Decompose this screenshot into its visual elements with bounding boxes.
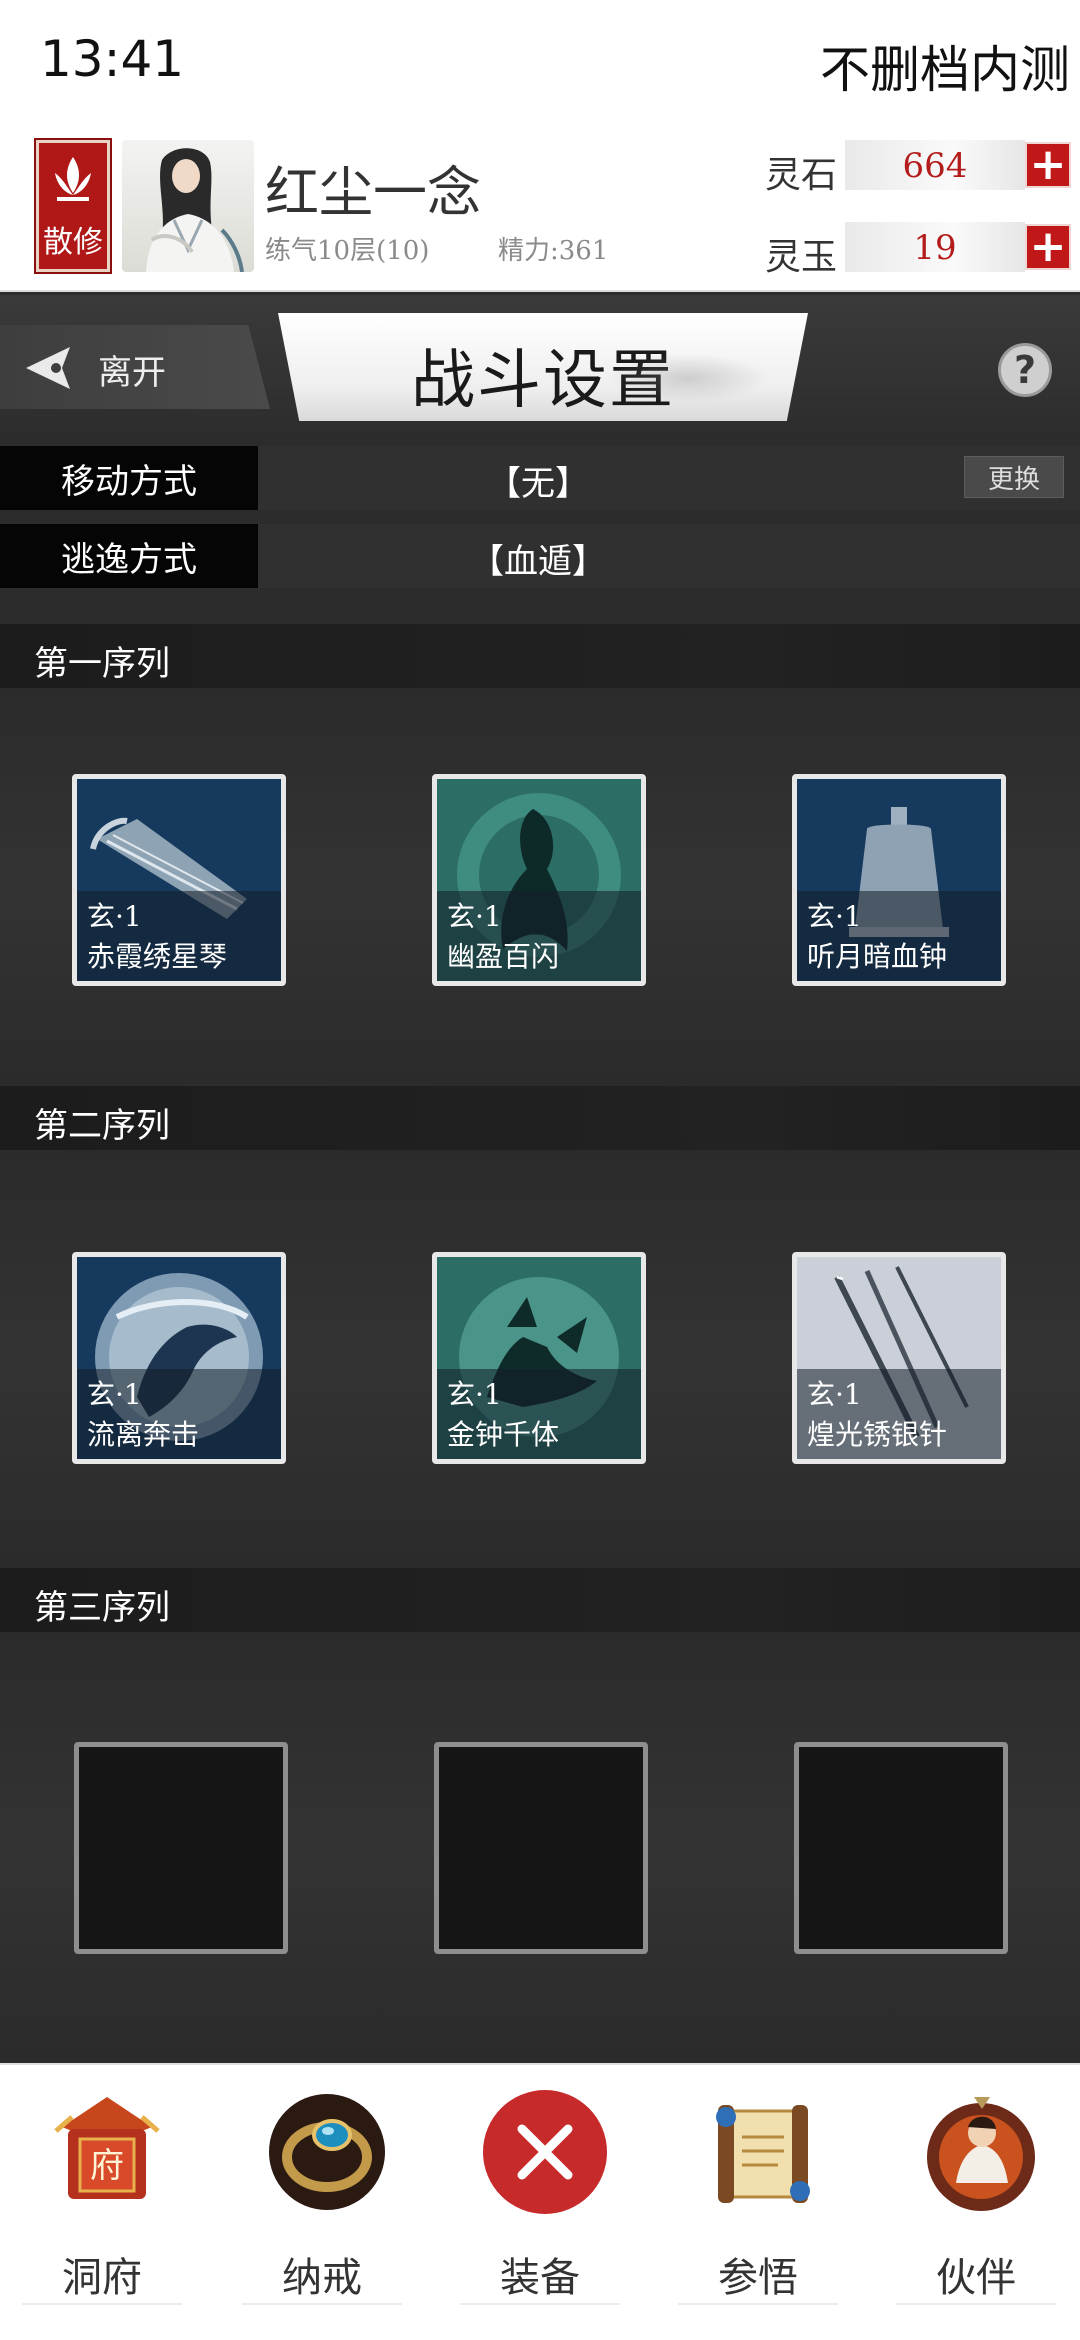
skill-grade: 玄·1 bbox=[807, 900, 862, 933]
skill-caption: 玄·1 煌光锈银针 bbox=[797, 1369, 1001, 1459]
skill-grade: 玄·1 bbox=[87, 900, 142, 933]
page-title: 战斗设置 bbox=[411, 344, 675, 418]
skill-slot[interactable]: 玄·1 幽盈百闪 bbox=[432, 774, 646, 986]
nav-divider bbox=[242, 2303, 402, 2305]
plus-icon: + bbox=[1029, 221, 1067, 272]
skill-name: 金钟千体 bbox=[447, 1418, 560, 1451]
skill-slot[interactable]: 玄·1 赤霞绣星琴 bbox=[72, 774, 286, 986]
nav-storage-ring[interactable]: 纳戒 bbox=[222, 2075, 422, 2335]
currency-value: 664 bbox=[902, 146, 968, 186]
scroll-icon bbox=[716, 2105, 810, 2203]
movement-setting-row: 移动方式 【无】 更换 bbox=[0, 446, 1080, 510]
nav-companion[interactable]: 伙伴 bbox=[876, 2075, 1076, 2335]
skill-grade: 玄·1 bbox=[447, 900, 502, 933]
currency-value: 19 bbox=[913, 228, 957, 268]
profile-header: 散修 红尘一念 练气10层(10) 精力:361 灵石 664 + 灵玉 19 … bbox=[0, 130, 1080, 292]
skill-grade: 玄·1 bbox=[87, 1378, 142, 1411]
currency-label: 灵玉 bbox=[765, 237, 838, 278]
skill-caption: 玄·1 赤霞绣星琴 bbox=[77, 891, 281, 981]
sequence-body-2: 玄·1 流离奔击 玄·1 金钟千体 玄·1 煌光锈银针 bbox=[0, 1150, 1080, 1566]
nav-equipment[interactable]: 装备 bbox=[440, 2075, 640, 2335]
nav-label: 洞府 bbox=[62, 2255, 142, 2301]
question-icon: ? bbox=[1013, 348, 1037, 392]
leave-label: 离开 bbox=[98, 353, 166, 393]
svg-text:府: 府 bbox=[90, 2146, 124, 2186]
empty-skill-slot[interactable] bbox=[74, 1742, 288, 1954]
nav-cave-mansion[interactable]: 府 洞府 bbox=[2, 2075, 202, 2335]
skill-name: 流离奔击 bbox=[87, 1418, 200, 1451]
nav-comprehension[interactable]: 参悟 bbox=[658, 2075, 858, 2335]
nav-divider bbox=[22, 2303, 182, 2305]
leave-button[interactable]: 离开 bbox=[0, 325, 270, 409]
back-arrow-icon bbox=[26, 347, 70, 389]
close-icon bbox=[483, 2090, 607, 2214]
player-level: 练气10层(10) bbox=[265, 236, 430, 266]
skill-name: 幽盈百闪 bbox=[447, 940, 560, 973]
skill-slot[interactable]: 玄·1 流离奔击 bbox=[72, 1252, 286, 1464]
skill-name: 煌光锈银针 bbox=[807, 1418, 948, 1451]
nav-label: 伙伴 bbox=[936, 2255, 1016, 2301]
storage-ring-icon bbox=[269, 2094, 385, 2210]
skill-slot[interactable]: 玄·1 煌光锈银针 bbox=[792, 1252, 1006, 1464]
skill-caption: 玄·1 流离奔击 bbox=[77, 1369, 281, 1459]
plus-icon: + bbox=[1029, 139, 1067, 190]
change-movement-button[interactable]: 更换 bbox=[964, 456, 1064, 498]
lotus-icon bbox=[55, 157, 91, 201]
app-title: 不删档内测 bbox=[820, 41, 1070, 99]
movement-label: 移动方式 bbox=[0, 446, 258, 510]
help-button[interactable]: ? bbox=[998, 343, 1052, 397]
cave-mansion-icon: 府 bbox=[54, 2097, 160, 2199]
nav-label: 纳戒 bbox=[282, 2255, 362, 2301]
currency-field: 664 bbox=[845, 140, 1025, 190]
skill-slot[interactable]: 玄·1 听月暗血钟 bbox=[792, 774, 1006, 986]
skill-name: 听月暗血钟 bbox=[807, 940, 948, 973]
sequence-header-3: 第三序列 bbox=[0, 1568, 1080, 1632]
sect-badge[interactable]: 散修 bbox=[34, 138, 112, 274]
skill-grade: 玄·1 bbox=[447, 1378, 502, 1411]
add-spirit-stone-button[interactable]: + bbox=[1025, 142, 1071, 188]
currency-spirit-stone: 灵石 664 + bbox=[765, 140, 1071, 196]
add-spirit-jade-button[interactable]: + bbox=[1025, 224, 1071, 270]
sequence-body-3 bbox=[0, 1632, 1080, 2062]
sequence-title: 第三序列 bbox=[34, 1588, 170, 1628]
movement-value: 【无】 bbox=[487, 464, 589, 504]
skill-caption: 玄·1 听月暗血钟 bbox=[797, 891, 1001, 981]
sect-label: 散修 bbox=[43, 225, 103, 260]
avatar[interactable] bbox=[122, 140, 254, 272]
nav-label: 装备 bbox=[500, 2255, 580, 2301]
player-name: 红尘一念 bbox=[265, 161, 481, 224]
bottom-nav: 府 洞府 纳戒 装备 参悟 伙伴 bbox=[0, 2063, 1080, 2340]
companion-icon bbox=[927, 2097, 1035, 2211]
nav-divider bbox=[460, 2303, 620, 2305]
sequence-body-1: 玄·1 赤霞绣星琴 玄·1 幽盈百闪 玄·1 听月暗血钟 bbox=[0, 688, 1080, 1084]
nav-divider bbox=[678, 2303, 838, 2305]
currency-spirit-jade: 灵玉 19 + bbox=[765, 222, 1071, 278]
nav-divider bbox=[896, 2303, 1056, 2305]
title-bar: 离开 战斗设置 ? bbox=[0, 295, 1080, 435]
status-time: 13:41 bbox=[40, 30, 185, 88]
currency-field: 19 bbox=[845, 222, 1025, 272]
currency-label: 灵石 bbox=[765, 155, 838, 196]
skill-caption: 玄·1 金钟千体 bbox=[437, 1369, 641, 1459]
sequence-header-2: 第二序列 bbox=[0, 1086, 1080, 1150]
escape-setting-row: 逃逸方式 【血遁】 bbox=[0, 524, 1080, 588]
nav-label: 参悟 bbox=[718, 2255, 798, 2301]
title-plate: 战斗设置 bbox=[278, 313, 808, 421]
avatar-portrait bbox=[146, 148, 244, 272]
empty-skill-slot[interactable] bbox=[794, 1742, 1008, 1954]
skill-name: 赤霞绣星琴 bbox=[87, 940, 228, 973]
empty-skill-slot[interactable] bbox=[434, 1742, 648, 1954]
skill-grade: 玄·1 bbox=[807, 1378, 862, 1411]
skill-slot[interactable]: 玄·1 金钟千体 bbox=[432, 1252, 646, 1464]
status-bar: 13:41 不删档内测 bbox=[0, 0, 1080, 130]
sequence-title: 第一序列 bbox=[34, 644, 170, 684]
escape-label: 逃逸方式 bbox=[0, 524, 258, 588]
escape-value: 【血遁】 bbox=[470, 542, 606, 582]
skill-caption: 玄·1 幽盈百闪 bbox=[437, 891, 641, 981]
sequence-title: 第二序列 bbox=[34, 1106, 170, 1146]
sequence-header-1: 第一序列 bbox=[0, 624, 1080, 688]
player-energy: 精力:361 bbox=[498, 236, 609, 266]
